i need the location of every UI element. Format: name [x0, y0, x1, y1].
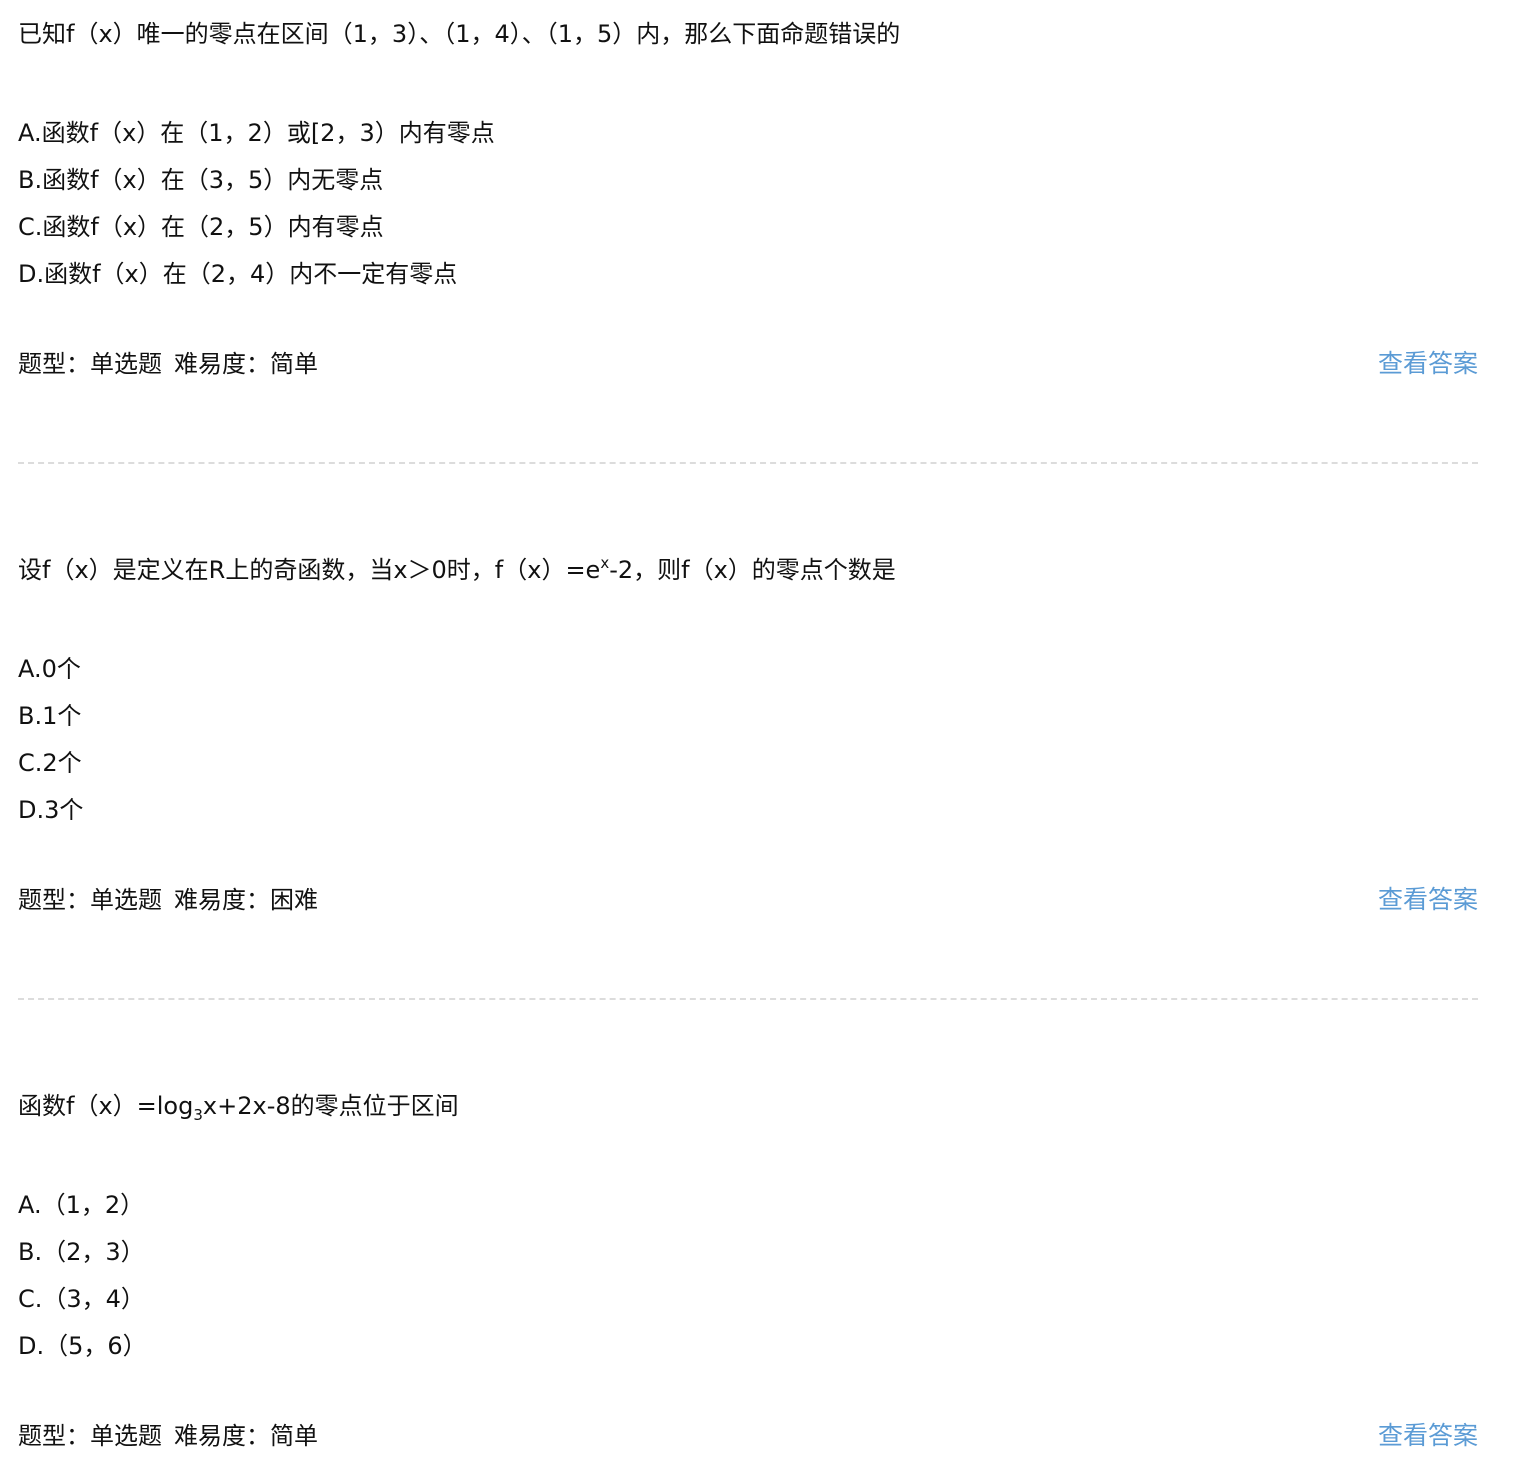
option-a: A.（1，2）	[18, 1191, 145, 1219]
question-stem: 函数f（x）=log3x+2x-8的零点位于区间	[18, 1089, 1478, 1123]
question-stem-text: 设f（x）是定义在R上的奇函数，当x＞0时，f（x）=e	[18, 556, 601, 584]
question-meta: 题型：单选题 难易度：困难 查看答案	[18, 880, 1478, 920]
question-type: 题型：单选题	[18, 1422, 162, 1450]
option-c: C.（3，4）	[18, 1285, 145, 1313]
question-list: 已知f（x）唯一的零点在区间（1，3）、（1，4）、（1，5）内，那么下面命题错…	[0, 0, 1538, 1468]
question-meta: 题型：单选题 难易度：简单 查看答案	[18, 344, 1478, 384]
question-item: 设f（x）是定义在R上的奇函数，当x＞0时，f（x）=ex-2，则f（x）的零点…	[18, 553, 1478, 920]
option-list: A.0个 B.1个 C.2个 D.3个	[18, 646, 1478, 834]
question-meta-info: 题型：单选题 难易度：简单	[18, 1416, 318, 1456]
exponent-text: x	[600, 554, 610, 572]
question-difficulty: 难易度：困难	[174, 886, 318, 914]
option-d: D.3个	[18, 796, 84, 824]
question-type: 题型：单选题	[18, 886, 162, 914]
option-list: A.（1，2） B.（2，3） C.（3，4） D.（5，6）	[18, 1182, 1478, 1370]
option-b: B.（2，3）	[18, 1238, 145, 1266]
option-d: D.函数f（x）在（2，4）内不一定有零点	[18, 260, 458, 288]
question-divider	[18, 462, 1478, 464]
option-b: B.函数f（x）在（3，5）内无零点	[18, 166, 384, 194]
option-c: C.2个	[18, 749, 82, 777]
subscript-text: 3	[193, 1106, 203, 1124]
question-stem: 已知f（x）唯一的零点在区间（1，3）、（1，4）、（1，5）内，那么下面命题错…	[18, 20, 901, 48]
question-meta-info: 题型：单选题 难易度：困难	[18, 880, 318, 920]
view-answer-link[interactable]: 查看答案	[1378, 880, 1478, 920]
question-stem-text: x+2x-8的零点位于区间	[202, 1092, 459, 1120]
question-divider	[18, 998, 1478, 1000]
question-meta: 题型：单选题 难易度：简单 查看答案	[18, 1416, 1478, 1456]
option-d: D.（5，6）	[18, 1332, 147, 1360]
option-list: A.函数f（x）在（1，2）或[2，3）内有零点 B.函数f（x）在（3，5）内…	[18, 110, 1478, 298]
question-meta-info: 题型：单选题 难易度：简单	[18, 344, 318, 384]
question-item: 已知f（x）唯一的零点在区间（1，3）、（1，4）、（1，5）内，那么下面命题错…	[18, 17, 1478, 384]
question-type: 题型：单选题	[18, 350, 162, 378]
question-difficulty: 难易度：简单	[174, 1422, 318, 1450]
option-c: C.函数f（x）在（2，5）内有零点	[18, 213, 384, 241]
question-stem-text: 函数f（x）=log	[18, 1092, 194, 1120]
question-item: 函数f（x）=log3x+2x-8的零点位于区间 A.（1，2） B.（2，3）…	[18, 1089, 1478, 1456]
view-answer-link[interactable]: 查看答案	[1378, 344, 1478, 384]
question-stem-text: -2，则f（x）的零点个数是	[609, 556, 896, 584]
view-answer-link[interactable]: 查看答案	[1378, 1416, 1478, 1456]
option-b: B.1个	[18, 702, 82, 730]
question-stem: 设f（x）是定义在R上的奇函数，当x＞0时，f（x）=ex-2，则f（x）的零点…	[18, 553, 1478, 587]
option-a: A.0个	[18, 655, 81, 683]
option-a: A.函数f（x）在（1，2）或[2，3）内有零点	[18, 119, 495, 147]
question-difficulty: 难易度：简单	[174, 350, 318, 378]
